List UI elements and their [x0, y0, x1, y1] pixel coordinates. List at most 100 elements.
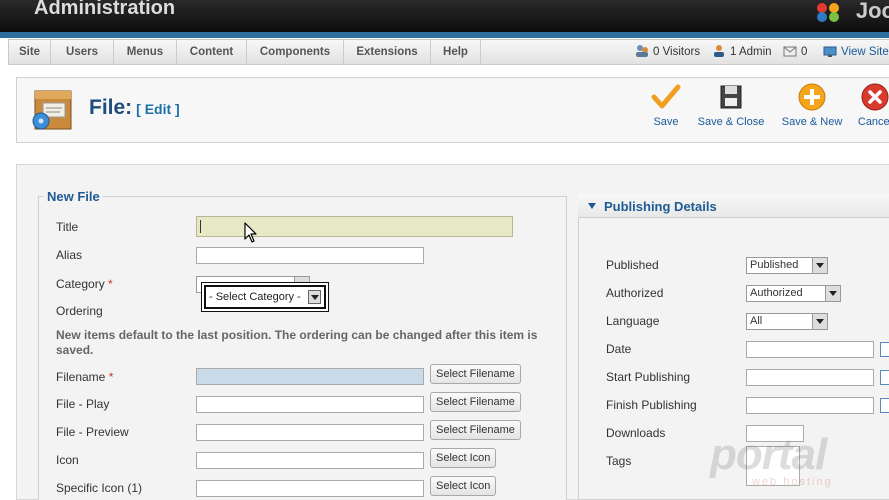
language-label: Language: [606, 314, 660, 328]
authorized-value: Authorized: [750, 287, 803, 299]
select-filename-preview-button[interactable]: Select Filename: [430, 420, 521, 440]
file-play-input[interactable]: [196, 396, 424, 413]
menu-extensions[interactable]: Extensions: [344, 40, 431, 64]
category-label: Category *: [56, 277, 113, 291]
save-button[interactable]: Save: [647, 82, 685, 128]
calendar-icon[interactable]: [880, 370, 889, 385]
language-value: All: [750, 315, 763, 327]
new-file-legend: New File: [44, 189, 103, 204]
view-site-link[interactable]: View Site: [823, 40, 889, 64]
select-filename-button[interactable]: Select Filename: [430, 364, 521, 384]
cancel-button[interactable]: Cancel: [855, 82, 889, 128]
file-play-label: File - Play: [56, 397, 110, 411]
messages-count: 0: [801, 46, 808, 58]
save-close-label: Save & Close: [697, 116, 765, 128]
visitors-status: 0 Visitors: [635, 40, 700, 64]
specific-icon-label: Specific Icon (1): [56, 481, 143, 495]
cancel-label: Cancel: [857, 116, 889, 128]
menu-components[interactable]: Components: [247, 40, 344, 64]
header-stripe: [0, 32, 889, 38]
admin-title: Administration: [34, 0, 176, 19]
save-new-button[interactable]: Save & New: [779, 82, 845, 128]
joomla-logo-icon: [817, 3, 839, 22]
menu-menus[interactable]: Menus: [114, 40, 177, 64]
top-header: Administration Joo: [0, 0, 889, 32]
calendar-icon[interactable]: [880, 398, 889, 413]
category-label-text: Category: [56, 277, 105, 291]
title-label: Title: [56, 220, 79, 234]
chevron-down-icon: [825, 286, 840, 301]
downloads-label: Downloads: [606, 426, 666, 440]
visitors-count: 0 Visitors: [653, 46, 701, 58]
start-publishing-input[interactable]: [746, 369, 874, 386]
file-box-icon: [32, 90, 72, 130]
filename-required-mark: *: [108, 370, 114, 384]
text-caret: [200, 220, 201, 233]
start-publishing-label: Start Publishing: [606, 370, 691, 384]
view-site-label: View Site: [841, 46, 889, 58]
plus-circle-icon: [798, 83, 826, 111]
authorized-select[interactable]: Authorized: [746, 285, 841, 302]
published-value: Published: [750, 259, 799, 271]
filename-input[interactable]: [196, 368, 424, 385]
publishing-title: Publishing Details: [604, 199, 717, 214]
users-icon: [636, 45, 648, 57]
date-label: Date: [606, 342, 632, 356]
alias-input[interactable]: [196, 247, 424, 264]
page-title: File:[ Edit ]: [89, 96, 180, 120]
ordering-note: New items default to the last position. …: [56, 328, 538, 357]
language-select[interactable]: All: [746, 313, 828, 330]
finish-publishing-label: Finish Publishing: [606, 398, 697, 412]
tags-label: Tags: [606, 454, 632, 468]
ordering-label: Ordering: [56, 304, 103, 318]
chevron-down-icon: [308, 290, 321, 304]
messages-status[interactable]: 0: [783, 40, 807, 64]
select-icon-button[interactable]: Select Icon: [430, 448, 497, 468]
filename-label: Filename *: [56, 370, 113, 384]
disk-icon: [720, 85, 742, 109]
specific-icon-input[interactable]: [196, 480, 424, 497]
watermark-logo: portal: [710, 430, 827, 479]
select-specific-icon-button[interactable]: Select Icon: [430, 476, 497, 496]
published-label: Published: [606, 258, 659, 272]
file-preview-label: File - Preview: [56, 425, 129, 439]
menu-site[interactable]: Site: [9, 40, 51, 64]
finish-publishing-input[interactable]: [746, 397, 874, 414]
admin-icon: [714, 45, 724, 57]
page-subtitle: [ Edit ]: [136, 101, 180, 117]
category-select[interactable]: - Select Category -: [204, 285, 326, 309]
collapse-triangle-icon: [588, 203, 596, 209]
save-new-label: Save & New: [781, 116, 843, 128]
calendar-icon[interactable]: [880, 342, 889, 357]
menu-bar: Site Users Menus Content Components Exte…: [8, 39, 889, 65]
file-preview-input[interactable]: [196, 424, 424, 441]
chevron-down-icon: [812, 258, 827, 273]
chevron-down-icon: [812, 314, 827, 329]
select-filename-play-button[interactable]: Select Filename: [430, 392, 521, 412]
published-select[interactable]: Published: [746, 257, 828, 274]
icon-label: Icon: [56, 453, 79, 467]
alias-label: Alias: [56, 248, 83, 262]
menu-content[interactable]: Content: [177, 40, 247, 64]
save-close-button[interactable]: Save & Close: [697, 82, 765, 128]
save-label: Save: [653, 116, 679, 128]
joomla-logo-text: Joo: [855, 0, 889, 23]
menu-help[interactable]: Help: [431, 40, 481, 64]
admin-status: 1 Admin: [712, 40, 772, 64]
monitor-icon: [823, 46, 837, 57]
filename-label-text: Filename: [56, 370, 106, 384]
menu-users[interactable]: Users: [51, 40, 114, 64]
toolbar: File:[ Edit ] Save Save & Close Save & N…: [16, 77, 889, 143]
admin-count: 1 Admin: [730, 46, 772, 58]
date-input[interactable]: [746, 341, 874, 358]
icon-input[interactable]: [196, 452, 424, 469]
mail-icon: [783, 46, 797, 57]
category-required-mark: *: [108, 277, 113, 291]
category-select-value: - Select Category -: [209, 291, 301, 303]
checkmark-icon: [651, 84, 681, 109]
page-title-text: File:: [89, 96, 133, 119]
cancel-icon: [861, 83, 889, 111]
publishing-panel-header[interactable]: Publishing Details: [578, 194, 889, 218]
mouse-cursor-icon: [244, 222, 257, 243]
watermark-subtitle: web hosting: [752, 476, 833, 488]
